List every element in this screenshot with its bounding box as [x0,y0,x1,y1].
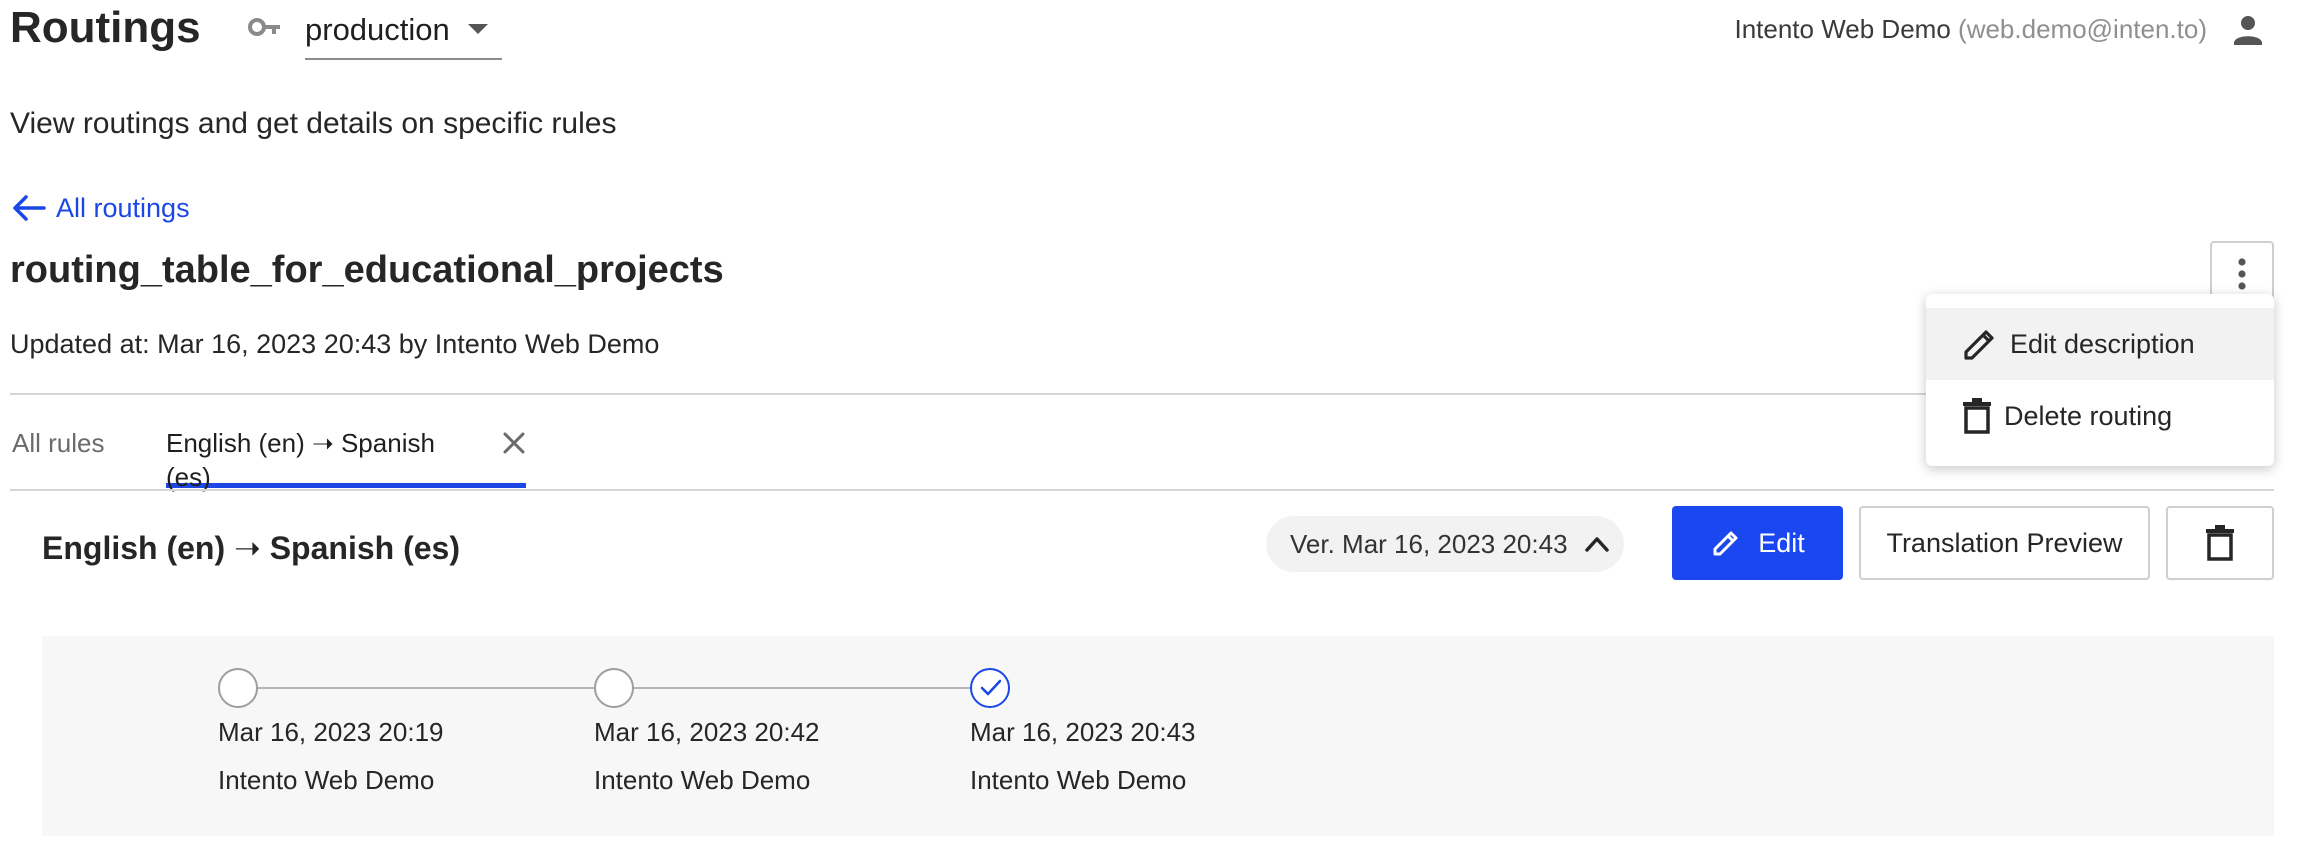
key-icon [248,18,280,36]
user-email: (web.demo@inten.to) [1958,14,2207,44]
rule-title: English (en) ➝ Spanish (es) [42,530,460,566]
menu-item-label: Edit description [2010,328,2195,359]
tab-english-spanish[interactable]: English (en) ➝ Spanish (es) [166,426,526,492]
more-vertical-icon [2238,258,2246,290]
all-routings-label: All routings [56,192,190,223]
menu-item-label: Delete routing [2004,400,2173,431]
edit-label: Edit [1758,527,1805,558]
routing-options-menu: Edit description Delete routing [1926,294,2274,466]
updated-info: Updated at: Mar 16, 2023 20:43 by Intent… [10,329,660,359]
user-name: Intento Web Demo [1734,14,1951,44]
routing-name: routing_table_for_educational_projects [10,249,724,291]
user-icon[interactable] [2228,10,2268,50]
edit-button[interactable]: Edit [1672,506,1843,580]
version-author: Intento Web Demo [594,765,811,795]
chevron-down-icon [468,24,488,34]
tabs-divider [10,489,2274,491]
pencil-icon [1713,531,1738,556]
version-date: Mar 16, 2023 20:43 [970,717,1196,747]
page-subtitle: View routings and get details on specifi… [10,107,617,140]
version-author: Intento Web Demo [218,765,435,795]
version-select[interactable]: Ver. Mar 16, 2023 20:43 [1266,516,1624,572]
version-node-3[interactable] [970,668,1010,708]
environment-value: production [305,12,450,47]
tab-english-spanish-label: English (en) ➝ Spanish (es) [166,428,435,492]
close-icon[interactable] [502,431,526,455]
version-label: Ver. Mar 16, 2023 20:43 [1290,528,1568,559]
chevron-up-icon [1584,537,1609,552]
version-author: Intento Web Demo [970,765,1187,795]
check-icon [980,679,1002,696]
menu-item-delete-routing[interactable]: Delete routing [1926,380,2274,452]
version-date: Mar 16, 2023 20:19 [218,717,444,747]
translation-preview-label: Translation Preview [1886,527,2123,558]
delete-rule-button[interactable] [2166,506,2274,580]
arrow-left-icon [13,195,46,221]
trash-icon [1963,398,1991,434]
page-title: Routings [10,3,201,52]
timeline-connector [257,687,595,689]
version-node-2[interactable] [594,668,634,708]
all-routings-link[interactable]: All routings [12,188,190,228]
environment-select[interactable]: production [305,6,502,60]
version-node-1[interactable] [218,668,258,708]
timeline-connector [633,687,971,689]
user-info: Intento Web Demo (web.demo@inten.to) [1734,12,2207,46]
pencil-icon [1964,330,1994,360]
trash-icon [2206,525,2234,561]
version-date: Mar 16, 2023 20:42 [594,717,820,747]
menu-item-edit-description[interactable]: Edit description [1926,308,2274,380]
translation-preview-button[interactable]: Translation Preview [1859,506,2150,580]
tab-all-rules[interactable]: All rules [12,426,104,488]
